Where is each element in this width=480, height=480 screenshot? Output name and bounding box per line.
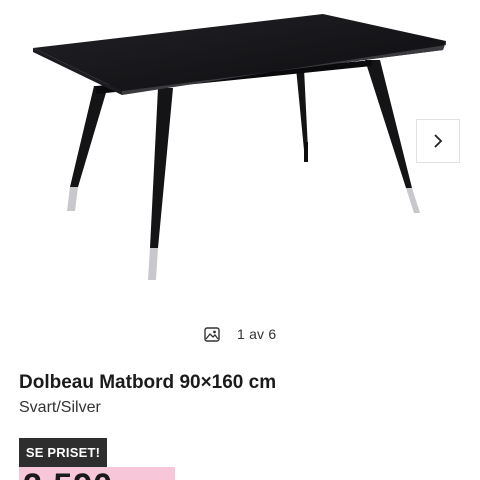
price-box: 2 590 <box>19 467 175 480</box>
chevron-right-icon <box>434 134 443 148</box>
price-value: 2 590 <box>23 469 113 480</box>
product-gallery: 1 av 6 <box>0 0 480 342</box>
next-image-button[interactable] <box>416 119 460 163</box>
product-title: Dolbeau Matbord 90×160 cm <box>19 372 277 393</box>
image-counter: 1 av 6 <box>204 325 276 343</box>
image-counter-text: 1 av 6 <box>237 326 277 342</box>
image-icon[interactable] <box>204 326 220 342</box>
product-image[interactable] <box>0 0 480 300</box>
price-badge: SE PRISET! <box>19 438 107 467</box>
product-variant: Svart/Silver <box>19 399 101 416</box>
